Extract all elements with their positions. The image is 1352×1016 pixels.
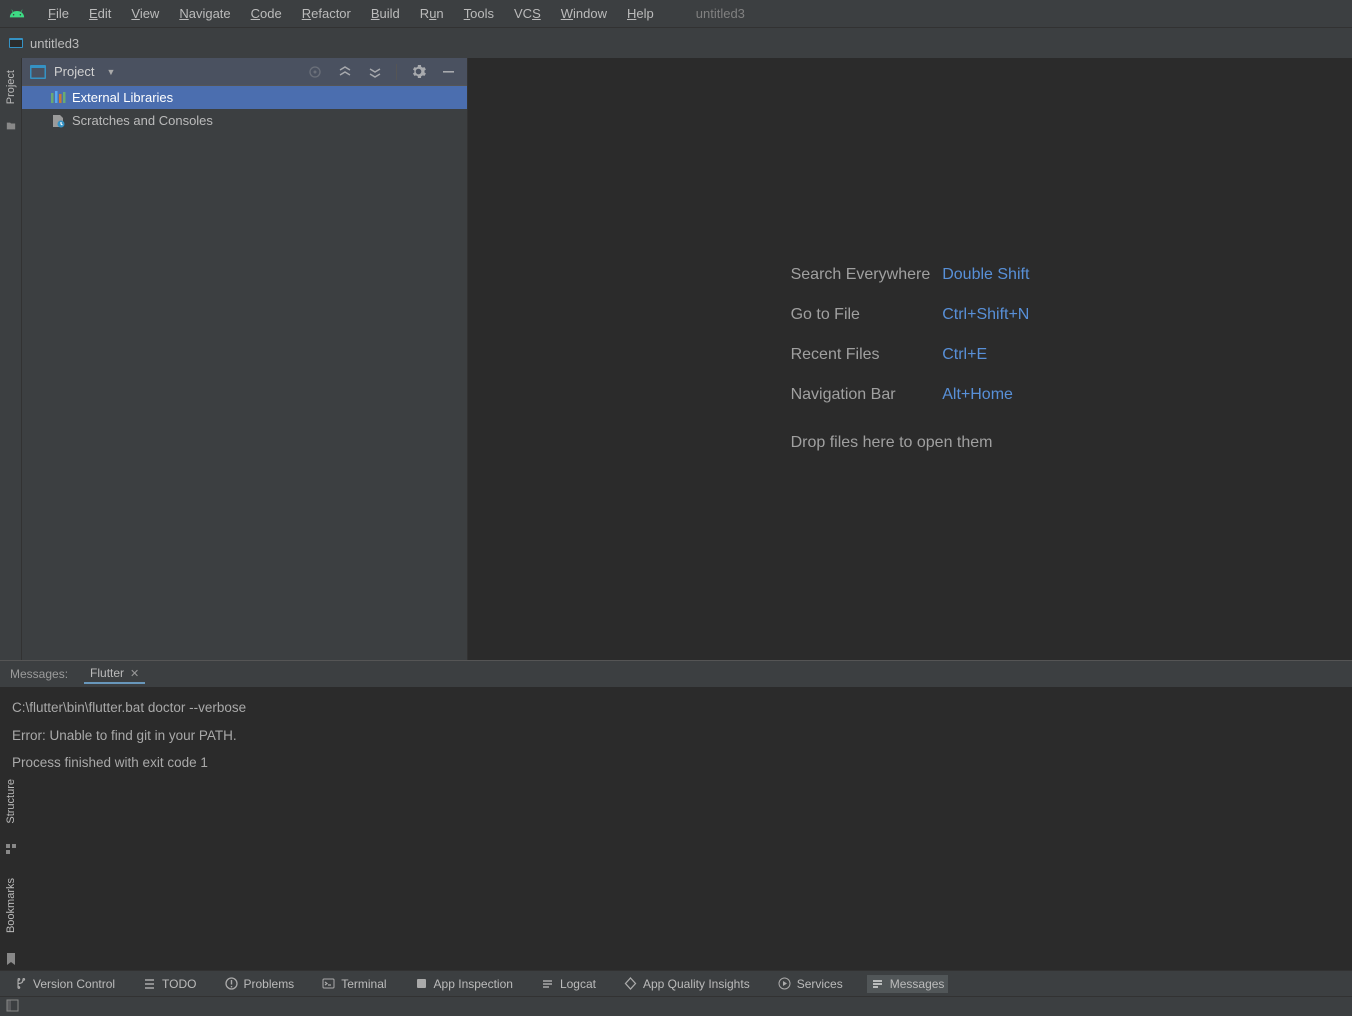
tree-item-label: Scratches and Consoles xyxy=(72,113,213,128)
menu-navigate[interactable]: Navigate xyxy=(171,2,238,25)
tree-item-label: External Libraries xyxy=(72,90,173,105)
rail-project-tab[interactable]: Project xyxy=(3,64,19,110)
hint-label: Search Everywhere xyxy=(791,266,931,284)
menu-view[interactable]: View xyxy=(123,2,167,25)
libraries-icon xyxy=(50,90,66,106)
project-panel-header: Project ▼ xyxy=(22,58,467,86)
expand-all-icon[interactable] xyxy=(334,61,356,83)
messages-tool-window: Messages: Flutter ✕ C:\flutter\bin\flutt… xyxy=(0,660,1352,970)
hint-label: Recent Files xyxy=(791,346,931,364)
bookmark-icon[interactable] xyxy=(6,953,16,968)
diamond-icon xyxy=(624,977,637,990)
scratches-icon xyxy=(50,113,66,129)
rail-structure-tab[interactable]: Structure xyxy=(3,773,19,830)
menu-vcs[interactable]: VCS xyxy=(506,2,549,25)
bottom-problems[interactable]: Problems xyxy=(221,975,299,993)
tree-item-scratches[interactable]: Scratches and Consoles xyxy=(22,109,467,132)
console-line: C:\flutter\bin\flutter.bat doctor --verb… xyxy=(12,700,246,715)
messages-tab-flutter[interactable]: Flutter ✕ xyxy=(84,664,145,684)
menu-file[interactable]: File xyxy=(40,2,77,25)
menu-tools[interactable]: Tools xyxy=(456,2,502,25)
drop-files-hint: Drop files here to open them xyxy=(791,434,1030,452)
hint-key: Ctrl+Shift+N xyxy=(942,306,1029,324)
hint-key: Double Shift xyxy=(942,266,1029,284)
tab-label: Flutter xyxy=(90,666,124,680)
play-icon xyxy=(778,977,791,990)
menubar: File Edit View Navigate Code Refactor Bu… xyxy=(0,0,1352,28)
warning-icon xyxy=(225,977,238,990)
project-tree[interactable]: External Libraries Scratches and Console… xyxy=(22,86,467,660)
locate-icon[interactable] xyxy=(304,61,326,83)
list-icon xyxy=(143,977,156,990)
bottom-app-inspection[interactable]: App Inspection xyxy=(411,975,517,993)
project-folder-icon xyxy=(8,35,24,51)
status-bar xyxy=(0,996,1352,1016)
logcat-icon xyxy=(541,977,554,990)
menu-edit[interactable]: Edit xyxy=(81,2,119,25)
left-tool-rail: Project xyxy=(0,58,22,660)
messages-tabs: Messages: Flutter ✕ xyxy=(0,661,1352,687)
tool-windows-icon[interactable] xyxy=(6,999,19,1015)
separator xyxy=(396,64,397,80)
console-line: Error: Unable to find git in your PATH. xyxy=(12,728,237,743)
left-rail-bottom: Structure Bookmarks xyxy=(0,773,22,968)
bottom-app-quality[interactable]: App Quality Insights xyxy=(620,975,754,993)
shortcut-hints: Search Everywhere Double Shift Go to Fil… xyxy=(791,266,1030,452)
close-icon[interactable]: ✕ xyxy=(130,667,139,680)
menu-build[interactable]: Build xyxy=(363,2,408,25)
menu-window[interactable]: Window xyxy=(553,2,615,25)
main-area: Project Project ▼ External Lib xyxy=(0,58,1352,660)
gear-icon[interactable] xyxy=(407,61,429,83)
messages-icon xyxy=(871,977,884,990)
bottom-messages[interactable]: Messages xyxy=(867,975,949,993)
menu-help[interactable]: Help xyxy=(619,2,662,25)
bottom-services[interactable]: Services xyxy=(774,975,847,993)
bottom-tool-bar: Version Control TODO Problems Terminal A… xyxy=(0,970,1352,996)
structure-icon[interactable] xyxy=(6,844,17,858)
android-logo-icon xyxy=(8,5,26,23)
hint-key: Alt+Home xyxy=(942,386,1029,404)
rail-bookmarks-tab[interactable]: Bookmarks xyxy=(3,872,19,939)
editor-empty-state[interactable]: Search Everywhere Double Shift Go to Fil… xyxy=(468,58,1352,660)
navigation-bar: untitled3 xyxy=(0,28,1352,58)
bottom-terminal[interactable]: Terminal xyxy=(318,975,390,993)
menu-refactor[interactable]: Refactor xyxy=(294,2,359,25)
hint-key: Ctrl+E xyxy=(942,346,1029,364)
project-tool-window: Project ▼ External Libraries Scratches a xyxy=(22,58,468,660)
hint-label: Navigation Bar xyxy=(791,386,931,404)
project-panel-title[interactable]: Project xyxy=(54,64,94,79)
menu-run[interactable]: Run xyxy=(412,2,452,25)
project-view-icon xyxy=(30,65,46,79)
tree-item-external-libraries[interactable]: External Libraries xyxy=(22,86,467,109)
bottom-todo[interactable]: TODO xyxy=(139,975,200,993)
collapse-all-icon[interactable] xyxy=(364,61,386,83)
inspection-icon xyxy=(415,977,428,990)
menu-code[interactable]: Code xyxy=(243,2,290,25)
chevron-down-icon[interactable]: ▼ xyxy=(106,67,115,77)
bottom-version-control[interactable]: Version Control xyxy=(10,975,119,993)
menubar-project-name: untitled3 xyxy=(696,6,745,21)
rail-folder-icon[interactable] xyxy=(5,120,17,134)
messages-output[interactable]: C:\flutter\bin\flutter.bat doctor --verb… xyxy=(0,687,1352,970)
bottom-logcat[interactable]: Logcat xyxy=(537,975,600,993)
terminal-icon xyxy=(322,977,335,990)
hide-icon[interactable] xyxy=(437,61,459,83)
messages-panel-label: Messages: xyxy=(10,667,68,681)
console-line: Process finished with exit code 1 xyxy=(12,755,208,770)
hint-label: Go to File xyxy=(791,306,931,324)
branch-icon xyxy=(14,977,27,990)
navbar-project-name[interactable]: untitled3 xyxy=(30,36,79,51)
